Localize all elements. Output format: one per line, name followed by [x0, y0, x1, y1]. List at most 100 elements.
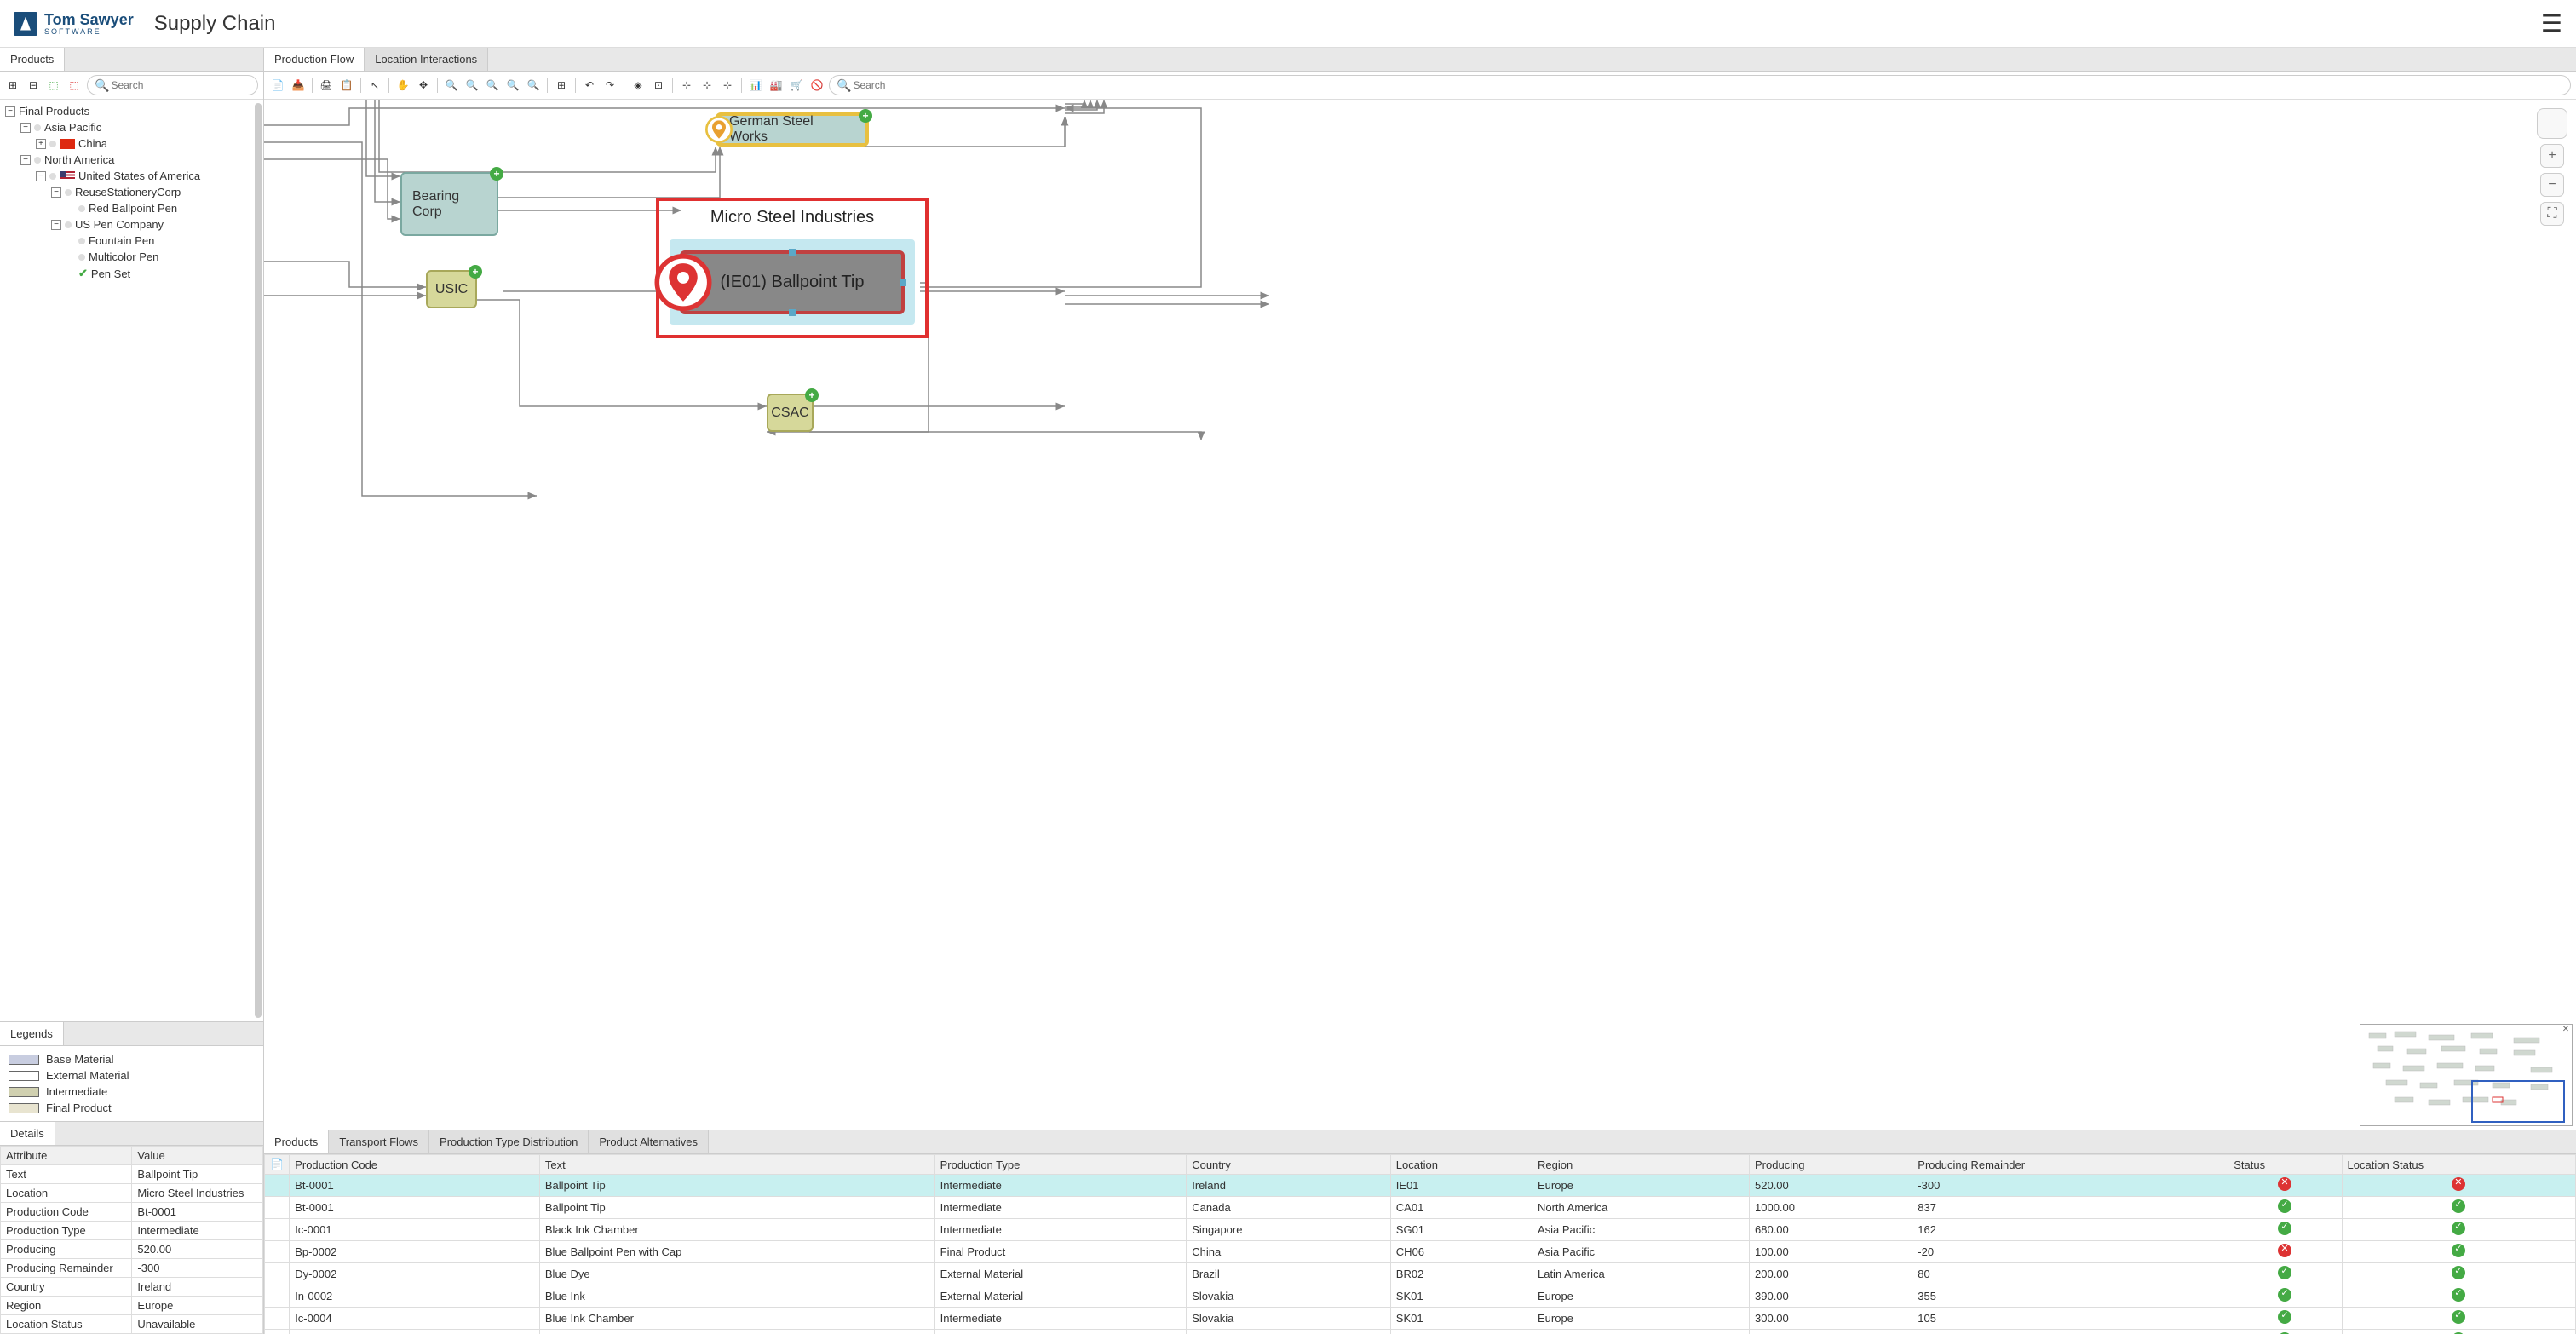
chart-icon[interactable]: 📊	[747, 77, 764, 94]
plus-badge-icon[interactable]: +	[469, 265, 482, 279]
tree-search-input[interactable]	[109, 78, 250, 93]
tb-icon-e[interactable]: ⊹	[719, 77, 736, 94]
table-header[interactable]: Producing	[1750, 1155, 1912, 1175]
node-bearing[interactable]: Bearing Corp +	[400, 172, 498, 236]
menu-button[interactable]: ☰	[2541, 9, 2562, 37]
tree-toggle[interactable]: −	[51, 220, 61, 230]
tree-toggle[interactable]: −	[51, 187, 61, 198]
tb-icon-d[interactable]: ⊹	[699, 77, 716, 94]
tab-location-interactions[interactable]: Location Interactions	[365, 48, 488, 71]
tree-na[interactable]: − North America	[0, 152, 263, 168]
plus-badge-icon[interactable]: +	[805, 388, 819, 402]
table-header[interactable]: Location	[1390, 1155, 1532, 1175]
tree-penset[interactable]: ✔ Pen Set	[0, 265, 263, 282]
details-row: RegionEurope	[1, 1297, 263, 1315]
collapse-all-icon[interactable]: ⊟	[26, 78, 41, 93]
minimap-viewport[interactable]	[2471, 1080, 2565, 1123]
tree-root[interactable]: − Final Products	[0, 103, 263, 119]
move-icon[interactable]: ✥	[415, 77, 432, 94]
tab-production-flow[interactable]: Production Flow	[264, 48, 365, 71]
zoom-in-button[interactable]: +	[2540, 144, 2564, 168]
tb-icon-g[interactable]: 🚫	[808, 77, 825, 94]
table-header[interactable]: Production Code	[290, 1155, 540, 1175]
tree-usa[interactable]: − United States of America	[0, 168, 263, 184]
tab-transport[interactable]: Transport Flows	[329, 1130, 429, 1153]
table-header[interactable]: Country	[1187, 1155, 1391, 1175]
tab-pa[interactable]: Product Alternatives	[589, 1130, 709, 1153]
table-header[interactable]: Production Type	[934, 1155, 1187, 1175]
tab-ptd[interactable]: Production Type Distribution	[429, 1130, 589, 1153]
table-header[interactable]: Region	[1532, 1155, 1749, 1175]
plus-badge-icon[interactable]: +	[859, 109, 872, 123]
canvas-search[interactable]: 🔍	[829, 75, 2571, 95]
tree-search[interactable]: 🔍	[87, 75, 258, 95]
tab-legends[interactable]: Legends	[0, 1022, 64, 1045]
table-header[interactable]: Text	[539, 1155, 934, 1175]
table-row[interactable]: Ic-0001Black Ink ChamberIntermediateSing…	[265, 1219, 2576, 1241]
tb-icon-a[interactable]: ◈	[630, 77, 647, 94]
table-row[interactable]: Bp-0002Blue Ballpoint Pen with CapFinal …	[265, 1241, 2576, 1263]
tree-toggle[interactable]: −	[5, 106, 15, 117]
table-header[interactable]: Producing Remainder	[1912, 1155, 2228, 1175]
tb-icon-b[interactable]: ⊡	[650, 77, 667, 94]
canvas-search-input[interactable]	[851, 78, 2563, 93]
table-row[interactable]: Ic-0004Blue Ink ChamberIntermediateSlova…	[265, 1308, 2576, 1330]
zoom-in-icon[interactable]: 🔍	[443, 77, 460, 94]
pan-icon[interactable]: ✋	[394, 77, 411, 94]
export-icon[interactable]: 📄	[265, 1155, 290, 1175]
expand-all-icon[interactable]: ⊞	[5, 78, 20, 93]
node-msi-selected[interactable]: Micro Steel Industries (IE01) Ballpoint …	[656, 198, 929, 338]
fullscreen-button[interactable]: ⛶	[2540, 202, 2564, 226]
tree-asia[interactable]: − Asia Pacific	[0, 119, 263, 135]
tree-toggle[interactable]: +	[36, 139, 46, 149]
table-row[interactable]: Dy-0002Blue DyeExternal MaterialBrazilBR…	[265, 1263, 2576, 1285]
node-usic[interactable]: USIC +	[426, 270, 477, 308]
tab-details[interactable]: Details	[0, 1122, 55, 1145]
table-header[interactable]: Status	[2228, 1155, 2342, 1175]
table-row[interactable]: Bt-0001Ballpoint TipIntermediateCanadaCA…	[265, 1197, 2576, 1219]
plus-badge-icon[interactable]: +	[490, 167, 503, 181]
tree-action-2-icon[interactable]: ⬚	[66, 78, 82, 93]
tree-reuse[interactable]: − ReuseStationeryCorp	[0, 184, 263, 200]
tb-icon-4[interactable]: 📋	[338, 77, 355, 94]
canvas[interactable]: Bearing Corp + USIC + German Steel Works…	[264, 100, 2576, 1130]
cart-icon[interactable]: 🛒	[788, 77, 805, 94]
pointer-icon[interactable]: ↖	[366, 77, 383, 94]
left-panel: Products ⊞ ⊟ ⬚ ⬚ 🔍 − Final Products −	[0, 48, 264, 1334]
table-row[interactable]: Pc-0002Blue Pen CoreIntermediateSingapor…	[265, 1330, 2576, 1334]
tree-uspen[interactable]: − US Pen Company	[0, 216, 263, 233]
table-header[interactable]: Location Status	[2342, 1155, 2575, 1175]
tb-icon-c[interactable]: ⊹	[678, 77, 695, 94]
zoom-sel-icon[interactable]: 🔍	[504, 77, 521, 94]
tab-products-tree[interactable]: Products	[0, 48, 65, 71]
tree-toggle[interactable]: −	[20, 123, 31, 133]
pan-control[interactable]	[2537, 108, 2567, 139]
tree[interactable]: − Final Products − Asia Pacific + China …	[0, 100, 263, 1021]
status-ok-icon	[2278, 1266, 2291, 1279]
node-csac[interactable]: CSAC +	[767, 394, 814, 432]
tb-icon-f[interactable]: 🏭	[768, 77, 785, 94]
zoom-out-icon[interactable]: 🔍	[463, 77, 480, 94]
tree-toggle[interactable]: −	[20, 155, 31, 165]
table-row[interactable]: Bt-0001Ballpoint TipIntermediateIrelandI…	[265, 1175, 2576, 1197]
tb-icon-1[interactable]: 📄	[269, 77, 286, 94]
tree-redpen[interactable]: Red Ballpoint Pen	[0, 200, 263, 216]
tree-toggle[interactable]: −	[36, 171, 46, 181]
tb-icon-2[interactable]: 📥	[290, 77, 307, 94]
tree-action-1-icon[interactable]: ⬚	[46, 78, 61, 93]
undo-icon[interactable]: ↶	[581, 77, 598, 94]
zoom-fit-icon[interactable]: 🔍	[484, 77, 501, 94]
redo-icon[interactable]: ↷	[601, 77, 618, 94]
scrollbar[interactable]	[255, 103, 262, 1018]
tree-multi[interactable]: Multicolor Pen	[0, 249, 263, 265]
node-gsw[interactable]: German Steel Works +	[716, 112, 869, 147]
layout-icon[interactable]: ⊞	[553, 77, 570, 94]
tab-products-table[interactable]: Products	[264, 1130, 329, 1153]
tree-fountain[interactable]: Fountain Pen	[0, 233, 263, 249]
tree-china[interactable]: + China	[0, 135, 263, 152]
print-icon[interactable]: 🖨	[318, 77, 335, 94]
minimap[interactable]: ✕	[2360, 1024, 2573, 1126]
table-row[interactable]: In-0002Blue InkExternal MaterialSlovakia…	[265, 1285, 2576, 1308]
zoom-out-button[interactable]: −	[2540, 173, 2564, 197]
zoom-reset-icon[interactable]: 🔍	[525, 77, 542, 94]
